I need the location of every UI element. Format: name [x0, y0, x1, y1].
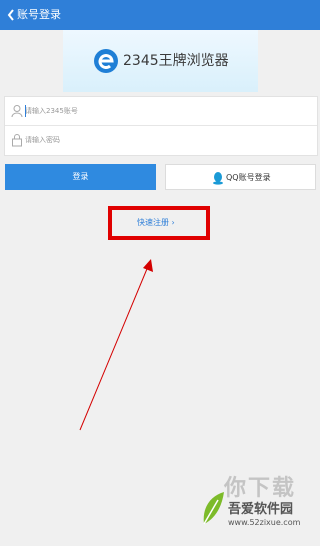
leaf-logo-icon [203, 492, 224, 525]
password-row [5, 126, 317, 155]
browser-logo-icon [94, 49, 118, 73]
top-bar: 账号登录 [0, 0, 320, 30]
qq-login-button[interactable]: QQ账号登录 [165, 164, 316, 190]
site-watermark: 你下载 吾爱软件园 www.52zixue.com [198, 470, 318, 544]
watermark-site-name: 吾爱软件园 [228, 502, 294, 517]
page-title: 账号登录 [17, 8, 61, 21]
back-arrow-icon[interactable] [6, 7, 16, 23]
user-icon [11, 105, 23, 118]
watermark-site-url: www.52zixue.com [228, 518, 301, 527]
password-input[interactable] [25, 131, 305, 149]
quick-register-highlight-box: 快速注册 › [108, 206, 210, 240]
qq-penguin-icon [213, 172, 223, 185]
login-button[interactable]: 登录 [5, 164, 156, 190]
banner-title: 2345王牌浏览器 [123, 53, 229, 69]
browser-banner: 2345王牌浏览器 [63, 30, 258, 92]
login-form [4, 96, 318, 156]
text-cursor [25, 105, 26, 117]
quick-register-link[interactable]: 快速注册 › [137, 217, 175, 229]
qq-login-label: QQ账号登录 [226, 173, 271, 182]
account-input[interactable] [25, 102, 305, 120]
lock-icon [12, 134, 22, 147]
account-row [5, 97, 317, 126]
